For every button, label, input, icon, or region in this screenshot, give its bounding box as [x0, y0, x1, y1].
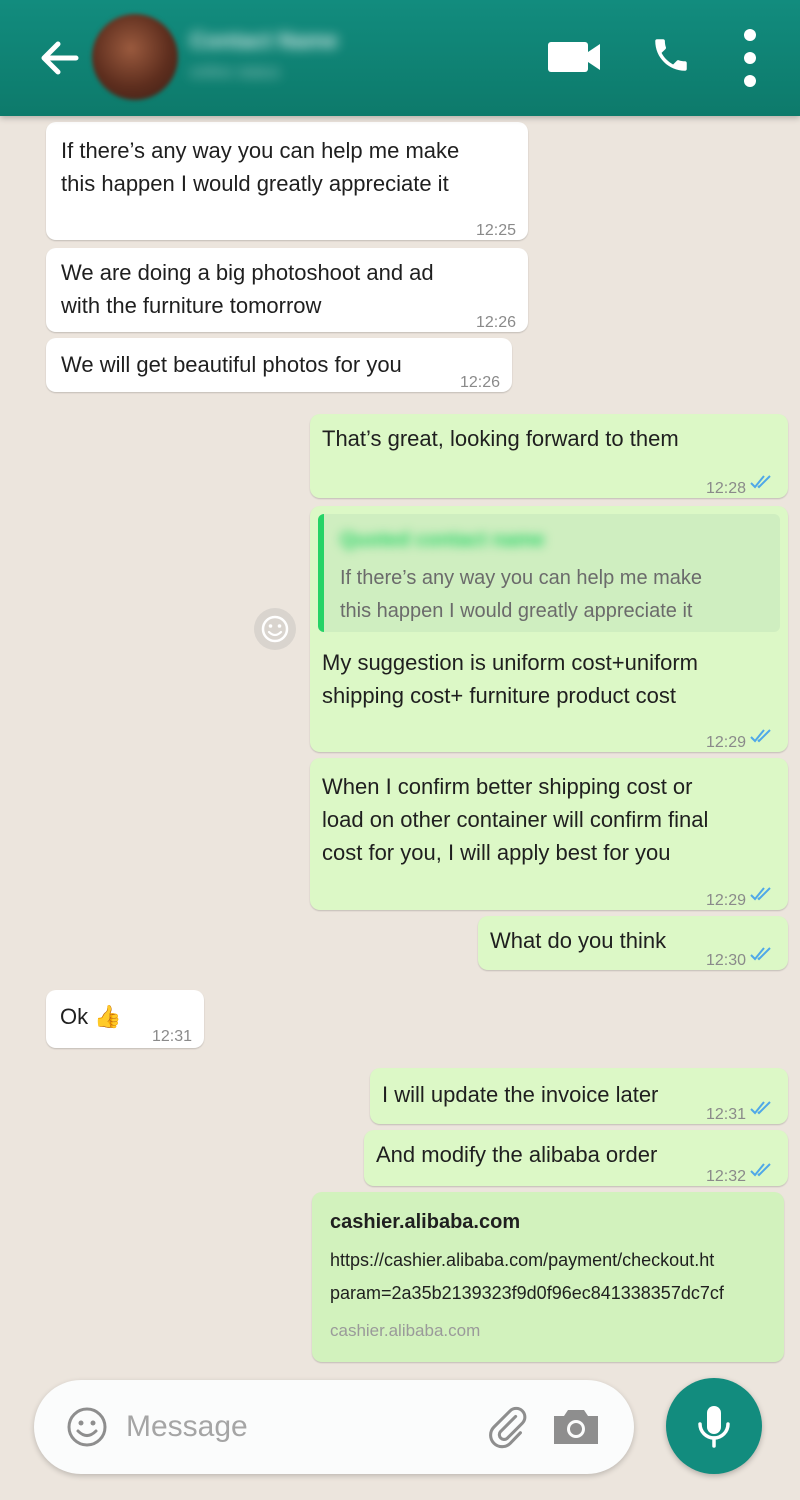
- outgoing-message[interactable]: That’s great, looking forward to them 12…: [310, 414, 788, 498]
- message-text-line: load on other container will confirm fin…: [322, 807, 709, 832]
- quoted-text-line: this happen I would greatly appreciate i…: [340, 600, 693, 622]
- message-time: 12:26: [459, 374, 500, 391]
- smiley-icon: [67, 1407, 107, 1447]
- message-time: 12:31: [705, 1106, 746, 1123]
- link-url-line[interactable]: https://cashier.alibaba.com/payment/chec…: [330, 1244, 714, 1277]
- message-text-line: And modify the alibaba order: [376, 1142, 658, 1167]
- quoted-message[interactable]: Quoted contact name If there’s any way y…: [318, 514, 780, 632]
- message-time: 12:29: [705, 734, 746, 751]
- message-time: 12:31: [151, 1028, 192, 1045]
- outgoing-message[interactable]: When I confirm better shipping cost or l…: [310, 758, 788, 910]
- message-composer: [34, 1380, 634, 1474]
- message-list[interactable]: If there’s any way you can help me make …: [0, 116, 800, 1500]
- read-ticks-icon: [750, 1101, 771, 1115]
- attach-button[interactable]: [484, 1404, 530, 1450]
- message-time: 12:26: [475, 314, 516, 331]
- message-text-line: We are doing a big photoshoot and ad: [61, 260, 434, 285]
- message-text-line: My suggestion is uniform cost+uniform: [322, 650, 698, 675]
- emoji-button[interactable]: [66, 1406, 108, 1448]
- message-text-line: What do you think: [490, 928, 667, 953]
- voice-call-button[interactable]: [650, 34, 692, 76]
- more-options-button[interactable]: [738, 28, 762, 88]
- incoming-message[interactable]: We are doing a big photoshoot and ad wit…: [46, 248, 528, 332]
- message-text-line: When I confirm better shipping cost or: [322, 774, 693, 799]
- voice-message-button[interactable]: [666, 1378, 762, 1474]
- video-camera-icon: [548, 42, 600, 72]
- arrow-left-icon: [41, 41, 79, 75]
- message-input[interactable]: [126, 1402, 426, 1452]
- outgoing-reply-message[interactable]: Quoted contact name If there’s any way y…: [310, 506, 788, 752]
- link-preview-message[interactable]: cashier.alibaba.com https://cashier.alib…: [312, 1192, 784, 1362]
- camera-button[interactable]: [550, 1406, 602, 1448]
- read-ticks-icon: [750, 475, 771, 489]
- incoming-message[interactable]: We will get beautiful photos for you 12:…: [46, 338, 512, 392]
- message-time: 12:30: [705, 952, 746, 969]
- phone-icon: [655, 39, 687, 71]
- paperclip-icon: [489, 1406, 527, 1449]
- contact-status: online status: [190, 64, 280, 81]
- contact-avatar[interactable]: [92, 14, 178, 100]
- message-text-line: with the furniture tomorrow: [61, 293, 322, 318]
- read-ticks-icon: [750, 947, 771, 961]
- incoming-message[interactable]: If there’s any way you can help me make …: [46, 122, 528, 240]
- link-preview-domain: cashier.alibaba.com: [330, 1321, 481, 1340]
- message-time: 12:32: [705, 1168, 746, 1185]
- message-text-line: shipping cost+ furniture product cost: [322, 683, 677, 708]
- smiley-icon: [261, 615, 289, 643]
- read-ticks-icon: [750, 729, 771, 743]
- microphone-icon: [698, 1406, 730, 1448]
- outgoing-message[interactable]: What do you think 12:30: [478, 916, 788, 970]
- quoted-text-line: If there’s any way you can help me make: [340, 567, 703, 589]
- outgoing-message[interactable]: I will update the invoice later 12:31: [370, 1068, 788, 1124]
- message-time: 12:29: [705, 892, 746, 909]
- message-text-line: That’s great, looking forward to them: [322, 426, 679, 451]
- message-text-line: If there’s any way you can help me make: [61, 138, 460, 163]
- outgoing-message[interactable]: And modify the alibaba order 12:32: [364, 1130, 788, 1186]
- message-text-line: Ok 👍: [60, 1004, 122, 1029]
- message-time: 12:28: [705, 480, 746, 497]
- back-button[interactable]: [36, 36, 86, 80]
- link-url-line[interactable]: param=2a35b2139323f9d0f96ec841338357dc7c…: [330, 1277, 724, 1310]
- message-text-line: We will get beautiful photos for you: [61, 352, 402, 377]
- react-emoji-button[interactable]: [254, 608, 296, 650]
- message-text-line: cost for you, I will apply best for you: [322, 840, 671, 865]
- quoted-author: Quoted contact name: [340, 529, 545, 551]
- camera-icon: [554, 1410, 598, 1444]
- video-call-button[interactable]: [546, 36, 604, 78]
- read-ticks-icon: [750, 1163, 771, 1177]
- chat-header: Contact Name online status: [0, 0, 800, 116]
- message-time: 12:25: [475, 222, 516, 239]
- incoming-message[interactable]: Ok 👍 12:31: [46, 990, 204, 1048]
- quote-accent-bar: [318, 514, 324, 632]
- contact-name[interactable]: Contact Name: [190, 28, 420, 52]
- message-text-line: this happen I would greatly appreciate i…: [61, 171, 449, 196]
- link-preview-title[interactable]: cashier.alibaba.com: [330, 1206, 520, 1239]
- more-vertical-icon: [744, 29, 756, 87]
- message-text-line: I will update the invoice later: [382, 1082, 659, 1107]
- read-ticks-icon: [750, 887, 771, 901]
